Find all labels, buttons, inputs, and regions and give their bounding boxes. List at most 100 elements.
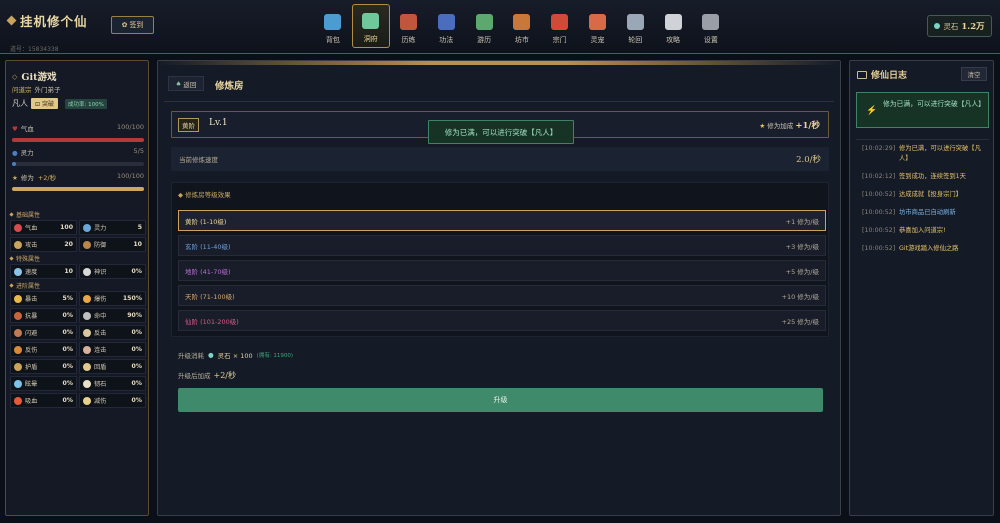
crit-icon xyxy=(14,294,22,303)
nav-label: 设置 xyxy=(703,36,718,44)
sword-icon xyxy=(14,240,22,249)
attr-label: 连击 xyxy=(94,347,107,354)
attr-label: 吸血 xyxy=(25,398,38,405)
attr-label: 攻击 xyxy=(25,242,38,249)
orb-icon: ● xyxy=(12,149,18,157)
back-label: 返回 xyxy=(183,80,197,89)
attr-value: 0% xyxy=(62,363,73,370)
attr-grid: 暴击 5% 爆伤 150% 抗暴 0% 命中 90% 闪避 0% 反击 0% 反伤 0% 连击 0% 护盾 0% 回… xyxy=(10,291,146,408)
attr-label: 韧石 xyxy=(94,381,107,388)
top-bar: 挂机修个仙 道号：15834338 ✿ 签到 背包 洞府 历练 功法 游历 坊市 宗门 灵宠 轮回… xyxy=(0,0,1000,54)
room-level: Lv.1 xyxy=(209,118,228,128)
back-button[interactable]: ♠ 返回 xyxy=(168,76,204,91)
bar-name: ♥ 气血 xyxy=(12,123,34,133)
log-time: [10:02:12] xyxy=(862,173,896,180)
sun-icon xyxy=(83,294,91,303)
counter-icon xyxy=(83,328,91,337)
speed-icon xyxy=(14,267,22,276)
speed-value: 2.0/秒 xyxy=(796,155,821,165)
attr-label: 闪避 xyxy=(25,330,38,337)
tier-row[interactable]: 天阶 (71-100级) +10 修为/级 xyxy=(178,285,826,306)
nav-item-10[interactable]: 设置 xyxy=(692,4,730,48)
gem-icon: ● xyxy=(208,351,214,359)
attr-dodge: 闪避 0% xyxy=(10,325,77,340)
attr-label: 气血 xyxy=(25,225,38,232)
cost-hold: (拥有: 11900) xyxy=(256,353,294,359)
attr-speed: 速度 10 xyxy=(10,264,77,279)
attributes-panel: 基础属性 气血 100 灵力 5 攻击 20 防御 10 特殊属性 速度 10 神识 0% 进阶属性 暴击 5%… xyxy=(10,208,146,408)
log-panel: 修仙日志 清空 ⚡ 修为已满，可以进行突破【凡人】 [10:02:29] 修为已满，… xyxy=(849,60,994,516)
stones-value: 1.2万 xyxy=(961,22,985,32)
tier-row[interactable]: 玄阶 (11-40级) +3 修为/级 xyxy=(178,235,826,256)
attr-section-title: 基础属性 xyxy=(10,209,146,219)
log-time: [10:00:52] xyxy=(862,245,896,252)
bar-label-row: ★ 修为 +2/秒 100/100 xyxy=(12,172,144,182)
scroll-icon xyxy=(437,14,455,30)
attr-label: 暴击 xyxy=(25,296,38,303)
stun-icon xyxy=(14,379,22,388)
speed-row: 当前修炼速度 2.0/秒 xyxy=(171,147,829,171)
attr-orb: 灵力 5 xyxy=(79,220,146,235)
bar-label: 灵力 xyxy=(20,149,34,157)
attr-heart: 气血 100 xyxy=(10,220,77,235)
tier-row[interactable]: 地阶 (41-70级) +5 修为/级 xyxy=(178,260,826,281)
nav-label: 攻略 xyxy=(666,36,681,44)
nav-item-8[interactable]: 轮回 xyxy=(616,4,654,48)
breakthrough-label: 突破 xyxy=(41,101,54,108)
clear-log-button[interactable]: 清空 xyxy=(961,67,987,81)
log-title: 修仙日志 xyxy=(857,68,907,81)
attr-value: 0% xyxy=(131,363,142,370)
nav-item-7[interactable]: 灵宠 xyxy=(579,4,617,48)
tier-bonus: +10 修为/级 xyxy=(781,292,819,301)
bolt-icon xyxy=(83,396,91,405)
upgrade-button[interactable]: 升级 xyxy=(178,388,823,412)
bar-value: 100/100 xyxy=(116,123,144,131)
log-entry: [10:00:52] 达成成就【投身宗门】 xyxy=(862,190,989,200)
attr-stun: 眩晕 0% xyxy=(10,376,77,391)
bar-label: 气血 xyxy=(20,125,34,133)
attr-grid: 气血 100 灵力 5 攻击 20 防御 10 xyxy=(10,220,146,252)
market-icon xyxy=(513,14,531,30)
fire-icon xyxy=(14,396,22,405)
attr-value: 0% xyxy=(131,397,142,404)
nav-label: 坊市 xyxy=(514,36,529,44)
diamond-icon xyxy=(6,15,17,26)
nav-item-1[interactable]: 洞府 xyxy=(351,4,390,48)
nav-label: 灵宠 xyxy=(590,36,605,44)
nav-item-3[interactable]: 功法 xyxy=(427,4,465,48)
cost-label: 升级消耗 xyxy=(178,352,204,360)
star-icon: ★ xyxy=(12,174,18,182)
nav-label: 历练 xyxy=(401,36,416,44)
attr-shield: 抗暴 0% xyxy=(10,308,77,323)
attr-crit: 暴击 5% xyxy=(10,291,77,306)
notice-text: 修为已满，可以进行突破【凡人】 xyxy=(883,100,985,108)
combo-icon xyxy=(83,345,91,354)
moon-icon xyxy=(83,379,91,388)
nav-item-9[interactable]: 攻略 xyxy=(654,4,692,48)
swords-icon xyxy=(399,14,417,30)
diamond-icon: ◆ xyxy=(178,191,183,199)
breakthrough-button[interactable]: ⊡ 突破 xyxy=(31,98,58,109)
spirit-stones-display: 灵石 1.2万 xyxy=(927,15,992,37)
speed-label: 当前修炼速度 xyxy=(179,156,218,164)
game-title-text: 挂机修个仙 xyxy=(20,14,88,29)
tier-effects: ◆ 修炼房等级效果 黄阶 (1-10级) +1 修为/级 玄阶 (11-40级) +3… xyxy=(171,182,829,337)
nav-item-6[interactable]: 宗门 xyxy=(541,4,579,48)
tier-name: 仙阶 (101-200级) xyxy=(185,317,239,326)
gift-icon: ✿ xyxy=(121,21,128,29)
log-time: [10:00:52] xyxy=(862,209,896,216)
cost-value: 灵石 × 100 xyxy=(217,352,253,360)
bar-fill xyxy=(12,138,144,142)
attr-moon: 韧石 0% xyxy=(79,376,146,391)
nav-item-4[interactable]: 游历 xyxy=(465,4,503,48)
nav-item-0[interactable]: 背包 xyxy=(314,4,352,48)
nav-item-2[interactable]: 历练 xyxy=(390,4,428,48)
tier-name: 地阶 (41-70级) xyxy=(185,267,231,276)
player-sect: 问道宗 外门弟子 xyxy=(12,84,61,94)
player-panel: Git游戏 问道宗外门弟子 凡人 ⊡ 突破 成功率: 100% ♥气血100/1… xyxy=(5,60,149,516)
tier-row[interactable]: 黄阶 (1-10级) +1 修为/级 xyxy=(178,210,826,231)
stones-label: 灵石 xyxy=(943,21,959,31)
tier-row[interactable]: 仙阶 (101-200级) +25 修为/级 xyxy=(178,310,826,331)
nav-item-5[interactable]: 坊市 xyxy=(503,4,541,48)
signin-button[interactable]: ✿ 签到 xyxy=(111,16,154,34)
